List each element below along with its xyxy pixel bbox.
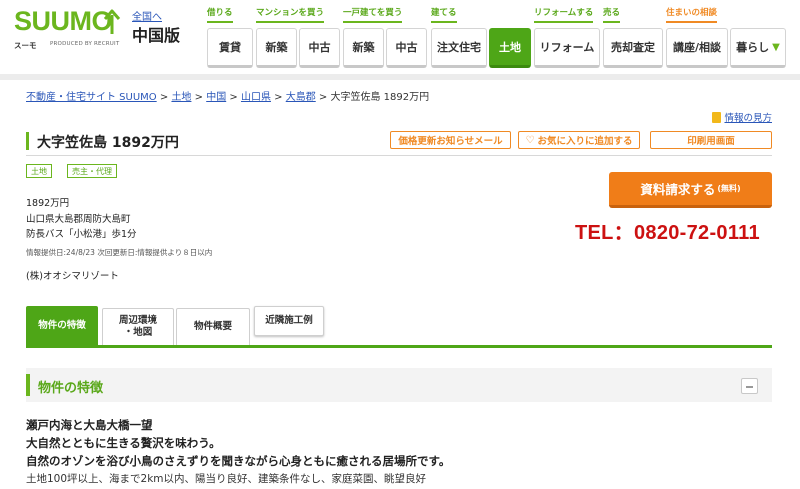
nav-land-button[interactable]: 土地 bbox=[489, 28, 531, 68]
feature-lead-2: 大自然とともに生きる贅沢を味わう。 bbox=[26, 436, 221, 450]
tab-environment-map[interactable]: 周辺環境 ・地図 bbox=[102, 308, 174, 345]
breadcrumb-sep: > bbox=[318, 92, 328, 103]
price-alert-button[interactable]: 価格更新お知らせメール bbox=[390, 131, 511, 149]
tab-environment-label-1: 周辺環境 bbox=[118, 315, 157, 326]
nav-rent-button[interactable]: 賃貸 bbox=[207, 28, 253, 68]
collapse-minus-icon[interactable] bbox=[741, 378, 758, 394]
region-switch-link[interactable]: 全国へ bbox=[132, 8, 162, 23]
print-view-button[interactable]: 印刷用画面 bbox=[650, 131, 772, 149]
feature-lead-1: 瀬戸内海と大島大橋一望 bbox=[26, 418, 153, 432]
breadcrumb-link-top[interactable]: 不動産・住宅サイト SUUMO bbox=[26, 92, 157, 103]
nav-appraisal-button[interactable]: 売却査定 bbox=[603, 28, 663, 68]
section-title: 物件の特徴 bbox=[38, 381, 104, 396]
nav-mansion-used-button[interactable]: 中古 bbox=[299, 28, 340, 68]
nav-group-house: 一戸建てを買う 新築 中古 bbox=[343, 6, 427, 68]
nav-course-button[interactable]: 講座/相談 bbox=[666, 28, 728, 68]
nav-group-consult: 住まいの相談 講座/相談 暮らし ▼ bbox=[666, 6, 786, 68]
nav-reform-button[interactable]: リフォーム bbox=[534, 28, 600, 68]
breadcrumb-link-oshima[interactable]: 大島郡 bbox=[286, 92, 316, 103]
info-guide-link[interactable]: 情報の見方 bbox=[712, 110, 772, 124]
nav-custom-house-button[interactable]: 注文住宅 bbox=[431, 28, 487, 68]
tag-seller-agent: 売主・代理 bbox=[67, 164, 117, 178]
page-title: 大字笠佐島 1892万円 bbox=[37, 135, 179, 151]
nav-group-build: 建てる 注文住宅 土地 bbox=[431, 6, 531, 68]
info-guide-label: 情報の見方 bbox=[724, 113, 772, 124]
property-access: 防長バス「小松港」歩1分 bbox=[26, 229, 137, 240]
site-header: SUUMO スーモ PRODUCED BY RECRUIT 全国へ 中国版 借り… bbox=[0, 0, 800, 74]
leaf-arrow-icon bbox=[103, 9, 121, 34]
title-accent-bar bbox=[26, 132, 29, 150]
nav-category-rent: 借りる bbox=[207, 6, 233, 23]
beginner-mark-icon bbox=[712, 111, 722, 123]
nav-group-reform: リフォームする リフォーム bbox=[534, 6, 600, 68]
caret-down-icon: ▼ bbox=[772, 41, 780, 53]
nav-group-mansion: マンションを買う 新築 中古 bbox=[256, 6, 340, 68]
breadcrumb: 不動産・住宅サイト SUUMO > 土地 > 中国 > 山口県 > 大島郡 > … bbox=[26, 88, 429, 103]
tag-land: 土地 bbox=[26, 164, 52, 178]
phone-number[interactable]: TEL：0820-72-0111 bbox=[575, 216, 760, 245]
logo-recruit: PRODUCED BY RECRUIT bbox=[50, 41, 120, 47]
property-price: 1892万円 bbox=[26, 198, 70, 209]
breadcrumb-sep: > bbox=[159, 92, 169, 103]
breadcrumb-current: 大字笠佐島 1892万円 bbox=[330, 92, 430, 103]
nav-house-new-button[interactable]: 新築 bbox=[343, 28, 384, 68]
request-info-label: 資料請求する bbox=[640, 182, 716, 197]
suumo-logo[interactable]: SUUMO スーモ PRODUCED BY RECRUIT bbox=[14, 6, 126, 54]
breadcrumb-sep: > bbox=[274, 92, 283, 103]
nav-group-sell: 売る 売却査定 bbox=[603, 6, 663, 68]
tab-nearby-examples[interactable]: 近隣施工例 bbox=[254, 306, 324, 336]
nav-living-label: 暮らし bbox=[736, 41, 770, 54]
nav-category-consult: 住まいの相談 bbox=[666, 6, 718, 23]
tab-features[interactable]: 物件の特徴 bbox=[26, 306, 98, 345]
add-favorite-button[interactable]: ♡ お気に入りに追加する bbox=[518, 131, 640, 149]
detail-tabs: 物件の特徴 周辺環境 ・地図 物件概要 近隣施工例 bbox=[26, 306, 772, 348]
nav-category-build: 建てる bbox=[431, 6, 457, 23]
nav-house-used-button[interactable]: 中古 bbox=[386, 28, 427, 68]
feature-lead-3: 自然のオゾンを浴び小鳥のさえずりを聞きながら心身ともに癒される居場所です。 bbox=[26, 454, 451, 468]
nav-category-mansion: マンションを買う bbox=[256, 6, 325, 23]
breadcrumb-sep: > bbox=[194, 92, 204, 103]
tab-overview[interactable]: 物件概要 bbox=[176, 308, 250, 345]
request-info-free: (無料) bbox=[717, 184, 741, 193]
tab-environment-label-2: ・地図 bbox=[123, 327, 153, 338]
nav-mansion-new-button[interactable]: 新築 bbox=[256, 28, 297, 68]
property-address: 山口県大島郡周防大島町 bbox=[26, 214, 131, 225]
features-section-header: 物件の特徴 bbox=[26, 368, 772, 402]
heart-icon: ♡ bbox=[525, 134, 535, 146]
nav-category-reform: リフォームする bbox=[534, 6, 594, 23]
nav-living-button[interactable]: 暮らし ▼ bbox=[730, 28, 786, 68]
nav-category-house: 一戸建てを買う bbox=[343, 6, 403, 23]
region-name: 中国版 bbox=[132, 26, 181, 45]
add-favorite-label: お気に入りに追加する bbox=[537, 136, 633, 147]
property-update-info: 情報提供日:24/8/23 次回更新日:情報提供より８日以内 bbox=[26, 248, 213, 257]
header-divider bbox=[0, 74, 800, 80]
feature-tags-line: 土地100坪以上、海まで2km以内、陽当り良好、建築条件なし、家庭菜園、眺望良好 bbox=[26, 473, 427, 485]
nav-category-sell: 売る bbox=[603, 6, 621, 23]
breadcrumb-link-land[interactable]: 土地 bbox=[171, 92, 191, 103]
breadcrumb-link-chugoku[interactable]: 中国 bbox=[206, 92, 226, 103]
nav-group-rent: 借りる 賃貸 bbox=[207, 6, 253, 68]
logo-kana: スーモ bbox=[14, 41, 37, 50]
property-title-row: 大字笠佐島 1892万円 価格更新お知らせメール ♡ お気に入りに追加する 印刷… bbox=[26, 130, 772, 156]
property-company: (株)オオシマリゾート bbox=[26, 271, 119, 282]
breadcrumb-sep: > bbox=[229, 92, 238, 103]
section-accent-bar bbox=[26, 374, 30, 396]
request-info-button[interactable]: 資料請求する (無料) bbox=[609, 172, 772, 208]
logo-wordmark: SUUMO bbox=[14, 6, 113, 36]
breadcrumb-link-yamaguchi[interactable]: 山口県 bbox=[241, 92, 271, 103]
